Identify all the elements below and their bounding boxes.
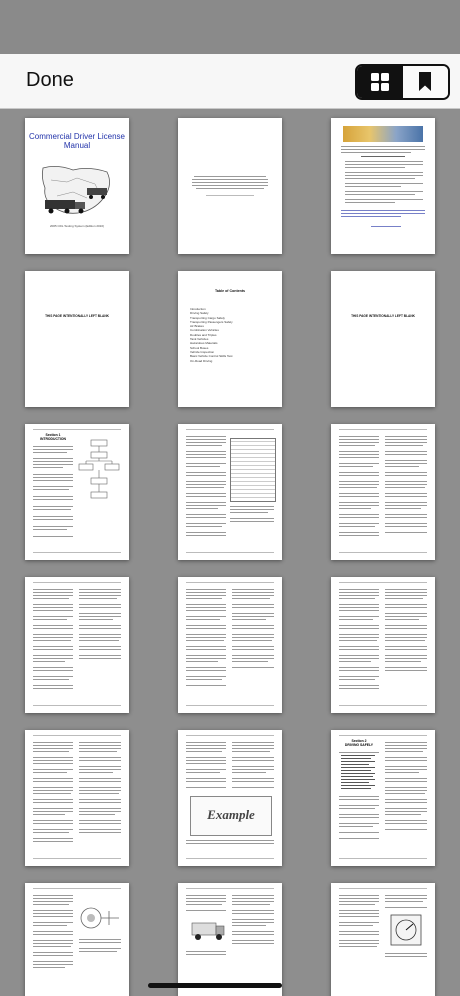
page-thumbnail-grid: Commercial Driver License Manual 2005 CD… [0,109,460,996]
page-thumbnail-18[interactable] [331,883,435,996]
page-thumbnail-10[interactable] [25,577,129,713]
grid-icon [370,73,389,91]
nav-bar: Done [0,54,460,109]
page-banner-image [343,126,423,142]
toc-entry: On-Road Driving [190,358,213,363]
page-thumbnail-17[interactable] [178,883,282,996]
cover-title: Commercial Driver License Manual [28,132,126,150]
vehicle-diagram [191,922,225,940]
status-bar [0,0,460,54]
home-indicator [148,983,282,988]
page-thumbnail-8[interactable] [178,424,282,560]
bookmarks-view-button[interactable] [402,66,448,98]
view-mode-segmented-control [355,64,450,100]
brake-diagram [80,907,119,929]
endorsement-table [230,438,276,502]
page-thumbnail-13[interactable] [25,730,129,866]
page-thumbnail-5[interactable]: Table of Contents Introduction Driving S… [178,271,282,407]
page-thumbnail-1[interactable]: Commercial Driver License Manual 2005 CD… [25,118,129,254]
toc-list: Introduction Driving Safely Transporting… [190,307,272,363]
cover-map-illustration [41,166,110,214]
section-title: INTRODUCTION [40,437,66,441]
blank-page-notice: THIS PAGE INTENTIONALLY LEFT BLANK [351,314,415,318]
cover-subtitle: 2005 CDL Testing System (Edition 2010) [49,224,105,228]
page-thumbnail-4[interactable]: THIS PAGE INTENTIONALLY LEFT BLANK [25,271,129,407]
gauge-illustration [390,914,422,946]
section-title: DRIVING SAFELY [344,743,374,747]
page-thumbnail-2[interactable] [178,118,282,254]
done-button[interactable]: Done [26,69,74,92]
bookmark-icon [419,72,432,91]
toc-heading: Table of Contents [214,289,246,293]
page-thumbnail-12[interactable] [331,577,435,713]
flowchart-diagram [78,439,120,499]
page-thumbnail-14[interactable]: Example [178,730,282,866]
page-thumbnail-11[interactable] [178,577,282,713]
thumbnail-grid-view-button[interactable] [357,66,403,98]
page-thumbnail-9[interactable] [331,424,435,560]
example-figure: Example [190,796,272,836]
example-stamp: Example [207,807,255,822]
page-thumbnail-16[interactable] [25,883,129,996]
page-thumbnail-15[interactable]: Section 2 DRIVING SAFELY [331,730,435,866]
page-thumbnail-6[interactable]: THIS PAGE INTENTIONALLY LEFT BLANK [331,271,435,407]
blank-page-notice: THIS PAGE INTENTIONALLY LEFT BLANK [45,314,109,318]
page-thumbnail-7[interactable]: Section 1 INTRODUCTION [25,424,129,560]
page-thumbnail-3[interactable] [331,118,435,254]
